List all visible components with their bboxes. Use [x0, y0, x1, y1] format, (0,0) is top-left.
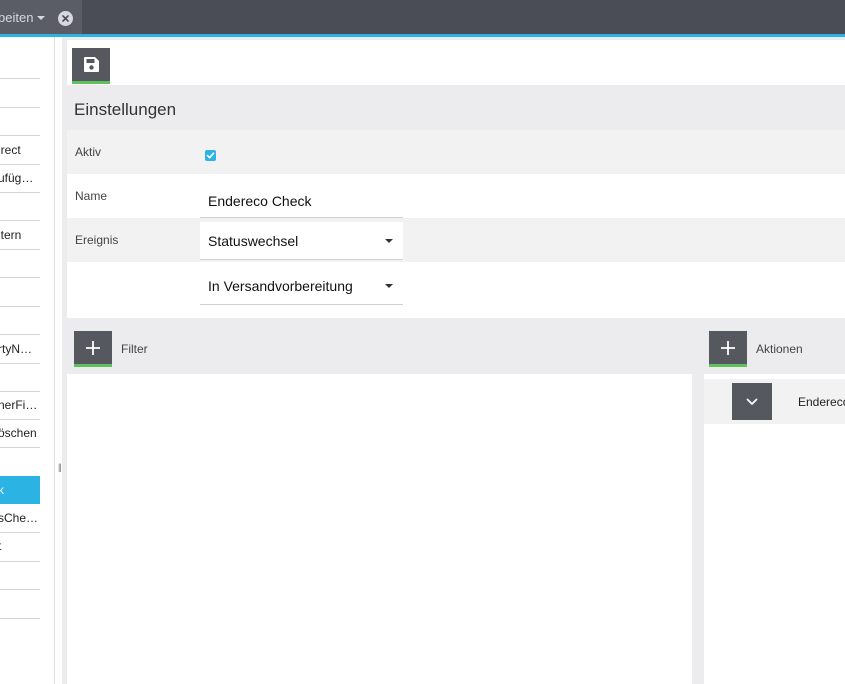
form-row-name: Name: [67, 174, 845, 218]
action-item-label: Endereco: [798, 394, 845, 409]
action-item[interactable]: Endereco: [704, 379, 845, 424]
add-filter-button[interactable]: [74, 331, 112, 367]
filter-header: Filter: [74, 331, 148, 367]
ereignis-select[interactable]: Statuswechsel: [200, 222, 403, 260]
name-label: Name: [75, 189, 108, 203]
sidebar-item-label: rtyN…: [0, 342, 32, 356]
sidebar-item[interactable]: öschen: [0, 419, 40, 447]
plus-icon: [721, 340, 735, 355]
sidebar-item-label: ufüg…: [0, 171, 34, 185]
sidebar-item[interactable]: rtyN…: [0, 335, 40, 363]
sidebar-item-label: öschen: [0, 426, 37, 440]
aktiv-label: Aktiv: [75, 145, 102, 159]
ereignis-select-value: Statuswechsel: [208, 232, 299, 249]
sidebar-item-label: l: [0, 285, 1, 299]
sidebar-divider: [0, 618, 40, 619]
sidebar-divider: [0, 192, 40, 193]
sidebar: irect ufüg… ltern l rtyN… nerFi… öschen …: [0, 37, 55, 684]
tab-label: beiten: [0, 9, 34, 25]
top-bar: beiten: [0, 0, 845, 34]
filter-label: Filter: [121, 342, 148, 356]
status-select[interactable]: In Versandvorbereitung: [200, 267, 403, 305]
settings-form: Aktiv Name Ereignis Statuswechsel In Ver…: [67, 130, 845, 318]
sidebar-item-label: sChe…: [0, 511, 39, 525]
sidebar-item-label: k: [0, 483, 4, 497]
sidebar-divider: [0, 107, 40, 108]
sidebar-divider: [0, 561, 40, 562]
sidebar-item[interactable]: l: [0, 278, 40, 306]
sidebar-item-active[interactable]: k: [0, 476, 40, 504]
status-select-value: In Versandvorbereitung: [208, 277, 353, 294]
plus-icon: [86, 340, 100, 355]
add-action-button[interactable]: [709, 331, 747, 367]
form-row-status: In Versandvorbereitung: [67, 263, 845, 307]
filter-panel: [67, 374, 692, 684]
chevron-down-icon: [746, 398, 758, 405]
ereignis-label: Ereignis: [75, 233, 119, 247]
close-icon[interactable]: [58, 11, 73, 26]
save-button[interactable]: [72, 48, 110, 84]
form-row-ereignis: Ereignis Statuswechsel: [67, 218, 845, 262]
resize-handle[interactable]: ||: [58, 462, 62, 472]
sidebar-item-label: ltern: [0, 228, 22, 242]
sidebar-divider: [0, 306, 40, 307]
sidebar-item-label: t: [0, 539, 1, 553]
sidebar-item[interactable]: nerFi…: [0, 391, 40, 419]
section-title: Einstellungen: [74, 100, 177, 119]
floppy-disk-icon: [83, 57, 99, 72]
sidebar-divider: [0, 589, 40, 590]
aktiv-checkbox[interactable]: [205, 150, 216, 161]
caret-down-icon: [385, 284, 393, 288]
caret-down-icon: [385, 239, 393, 243]
sidebar-item[interactable]: t: [0, 532, 40, 560]
checkmark-icon: [206, 152, 215, 159]
actions-panel: Endereco: [704, 374, 845, 684]
sidebar-item[interactable]: sChe…: [0, 504, 40, 532]
sidebar-item[interactable]: ufüg…: [0, 164, 40, 192]
tab-bearbeiten[interactable]: beiten: [0, 0, 46, 34]
form-row-aktiv: Aktiv: [67, 130, 845, 174]
expand-action-button[interactable]: [732, 383, 772, 420]
sidebar-divider: [0, 363, 40, 364]
name-input[interactable]: [200, 184, 403, 218]
sidebar-divider: [0, 249, 40, 250]
sidebar-item-label: irect: [0, 143, 21, 157]
main-content: Einstellungen Aktiv Name Ereignis Status…: [62, 37, 845, 684]
chevron-down-icon: [37, 15, 46, 20]
actions-label: Aktionen: [756, 342, 803, 356]
toolbar: [67, 40, 845, 85]
sidebar-item-label: nerFi…: [0, 398, 38, 412]
actions-header: Aktionen: [709, 331, 803, 367]
sidebar-divider: [0, 78, 40, 79]
sidebar-item[interactable]: irect: [0, 136, 40, 164]
sidebar-item[interactable]: ltern: [0, 221, 40, 249]
sidebar-divider: [0, 447, 40, 448]
